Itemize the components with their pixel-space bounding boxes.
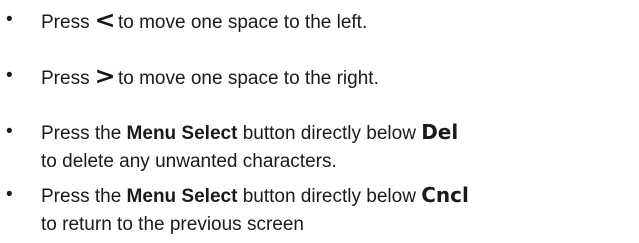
instruction-list: • Press < to move one space to the left. … xyxy=(0,0,639,243)
right-arrow-icon: > xyxy=(94,62,116,90)
item-text: Press > to move one space to the right. xyxy=(41,61,379,91)
text-line-1: Press the Menu Select button directly be… xyxy=(41,117,458,147)
text-middle: button directly below xyxy=(237,123,422,144)
text-prefix: Press xyxy=(41,12,95,33)
text-line-2: to return to the previous screen xyxy=(41,214,304,235)
text-line-2: to delete any unwanted characters. xyxy=(41,151,337,172)
bullet: • xyxy=(6,65,13,86)
bullet: • xyxy=(6,9,13,30)
item-text: Press the Menu Select button directly be… xyxy=(41,117,458,177)
text-suffix: to move one space to the left. xyxy=(117,12,368,33)
text-middle: button directly below xyxy=(237,186,422,207)
bullet: • xyxy=(6,121,13,142)
item-text: Press < to move one space to the left. xyxy=(41,5,367,35)
menu-select-label: Menu Select xyxy=(126,186,238,207)
text-line-1: Press < to move one space to the left. xyxy=(41,5,367,35)
softkey-cncl-label: Cncl xyxy=(421,183,469,207)
text-prefix: Press the xyxy=(41,186,127,207)
text-suffix: to move one space to the right. xyxy=(117,68,379,89)
bullet: • xyxy=(6,184,13,205)
text-line-1: Press the Menu Select button directly be… xyxy=(41,180,469,210)
menu-select-label: Menu Select xyxy=(126,123,238,144)
item-text: Press the Menu Select button directly be… xyxy=(41,180,469,240)
text-prefix: Press the xyxy=(41,123,127,144)
left-arrow-icon: < xyxy=(94,6,116,34)
softkey-del-label: Del xyxy=(421,120,459,144)
text-prefix: Press xyxy=(41,68,95,89)
text-line-1: Press > to move one space to the right. xyxy=(41,61,379,91)
